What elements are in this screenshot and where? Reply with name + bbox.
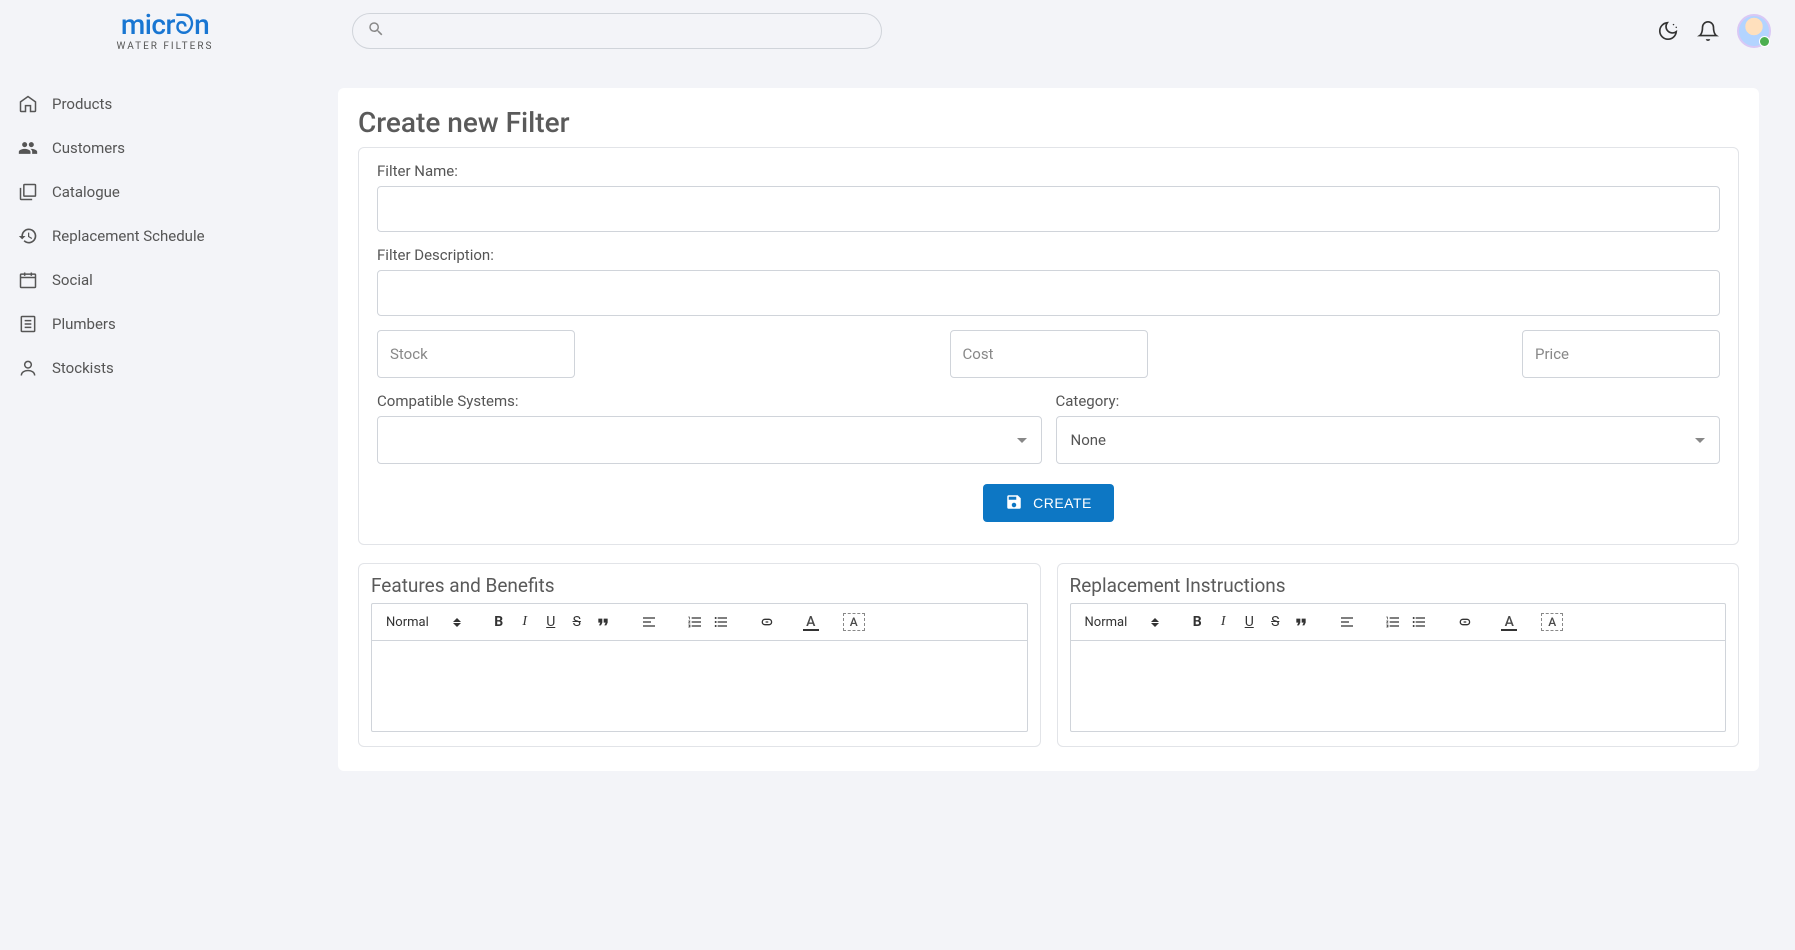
cost-input[interactable] — [951, 331, 1147, 377]
filter-desc-input[interactable] — [377, 270, 1720, 316]
category-select[interactable]: None — [1056, 416, 1721, 464]
bg-color-button[interactable]: A — [1541, 613, 1563, 631]
page-title: Create new Filter — [358, 106, 1739, 139]
search-box[interactable] — [352, 13, 882, 49]
logo[interactable]: micrᘐn WATER FILTERS — [30, 11, 300, 52]
filter-name-input[interactable] — [377, 186, 1720, 232]
logo-sub: WATER FILTERS — [117, 41, 214, 52]
sidebar-item-stockists[interactable]: Stockists — [0, 346, 320, 390]
sidebar-item-label: Customers — [52, 139, 125, 157]
sidebar-item-label: Replacement Schedule — [52, 227, 205, 245]
form-panel: Filter Name: Filter Description: Stock — [358, 147, 1739, 545]
sort-icon — [453, 618, 461, 627]
bullet-list-button[interactable] — [1407, 610, 1431, 634]
category-value: None — [1071, 431, 1107, 449]
stock-field[interactable]: Stock — [377, 330, 575, 378]
chevron-down-icon — [1017, 438, 1027, 443]
sidebar-item-products[interactable]: Products — [0, 82, 320, 126]
history-icon — [18, 226, 38, 246]
label-compat: Compatible Systems: — [377, 392, 1042, 410]
ordered-list-button[interactable] — [1381, 610, 1405, 634]
italic-button[interactable]: I — [1211, 610, 1235, 634]
sidebar-item-catalogue[interactable]: Catalogue — [0, 170, 320, 214]
create-button-label: CREATE — [1033, 495, 1092, 511]
underline-button[interactable]: U — [1237, 610, 1261, 634]
price-field[interactable]: Price — [1522, 330, 1720, 378]
bold-button[interactable]: B — [1185, 610, 1209, 634]
features-content[interactable] — [372, 641, 1027, 731]
sidebar-item-plumbers[interactable]: Plumbers — [0, 302, 320, 346]
sidebar: Products Customers Catalogue Replacement… — [0, 62, 320, 797]
search-input[interactable] — [393, 23, 867, 39]
create-filter-card: Create new Filter Filter Name: Filter De… — [338, 88, 1759, 771]
compat-select[interactable] — [377, 416, 1042, 464]
italic-button[interactable]: I — [513, 610, 537, 634]
link-button[interactable] — [1453, 610, 1477, 634]
underline-button[interactable]: U — [539, 610, 563, 634]
library-icon — [18, 182, 38, 202]
sidebar-item-label: Products — [52, 95, 112, 113]
text-color-button[interactable]: A — [801, 614, 821, 630]
features-toolbar: Normal B I U S — [372, 604, 1027, 641]
align-button[interactable] — [637, 610, 661, 634]
label-category: Category: — [1056, 392, 1721, 410]
ordered-list-button[interactable] — [683, 610, 707, 634]
main: Create new Filter Filter Name: Filter De… — [320, 62, 1795, 797]
replacement-title: Replacement Instructions — [1070, 574, 1727, 597]
link-button[interactable] — [755, 610, 779, 634]
text-color-button[interactable]: A — [1499, 614, 1519, 630]
sidebar-item-label: Plumbers — [52, 315, 116, 333]
sidebar-item-social[interactable]: Social — [0, 258, 320, 302]
price-input[interactable] — [1523, 331, 1719, 377]
dark-mode-icon[interactable] — [1657, 20, 1679, 42]
sort-icon — [1151, 618, 1159, 627]
notifications-icon[interactable] — [1697, 20, 1719, 42]
strike-button[interactable]: S — [1263, 610, 1287, 634]
quote-button[interactable] — [591, 610, 615, 634]
replacement-toolbar: Normal B I U S — [1071, 604, 1726, 641]
calendar-icon — [18, 270, 38, 290]
logo-text: micrᘐn — [121, 11, 209, 39]
features-editor: Features and Benefits Normal B I U — [358, 563, 1041, 747]
heading-select[interactable]: Normal — [382, 615, 465, 630]
sidebar-item-replacement[interactable]: Replacement Schedule — [0, 214, 320, 258]
create-button[interactable]: CREATE — [983, 484, 1114, 522]
sidebar-item-label: Social — [52, 271, 93, 289]
cost-field[interactable]: Cost — [950, 330, 1148, 378]
list-icon — [18, 314, 38, 334]
header: micrᘐn WATER FILTERS — [0, 0, 1795, 62]
replacement-content[interactable] — [1071, 641, 1726, 731]
features-title: Features and Benefits — [371, 574, 1028, 597]
replacement-editor: Replacement Instructions Normal B I — [1057, 563, 1740, 747]
chevron-down-icon — [1695, 438, 1705, 443]
sidebar-item-label: Stockists — [52, 359, 114, 377]
people-icon — [18, 138, 38, 158]
strike-button[interactable]: S — [565, 610, 589, 634]
label-filter-desc: Filter Description: — [377, 246, 1720, 264]
align-button[interactable] — [1335, 610, 1359, 634]
quote-button[interactable] — [1289, 610, 1313, 634]
bullet-list-button[interactable] — [709, 610, 733, 634]
sidebar-item-label: Catalogue — [52, 183, 120, 201]
bold-button[interactable]: B — [487, 610, 511, 634]
person-icon — [18, 358, 38, 378]
stock-input[interactable] — [378, 331, 574, 377]
bg-color-button[interactable]: A — [843, 613, 865, 631]
label-filter-name: Filter Name: — [377, 162, 1720, 180]
search-icon — [367, 20, 385, 42]
sidebar-item-customers[interactable]: Customers — [0, 126, 320, 170]
save-icon — [1005, 493, 1023, 514]
home-icon — [18, 94, 38, 114]
avatar[interactable] — [1737, 14, 1771, 48]
heading-select[interactable]: Normal — [1081, 615, 1164, 630]
